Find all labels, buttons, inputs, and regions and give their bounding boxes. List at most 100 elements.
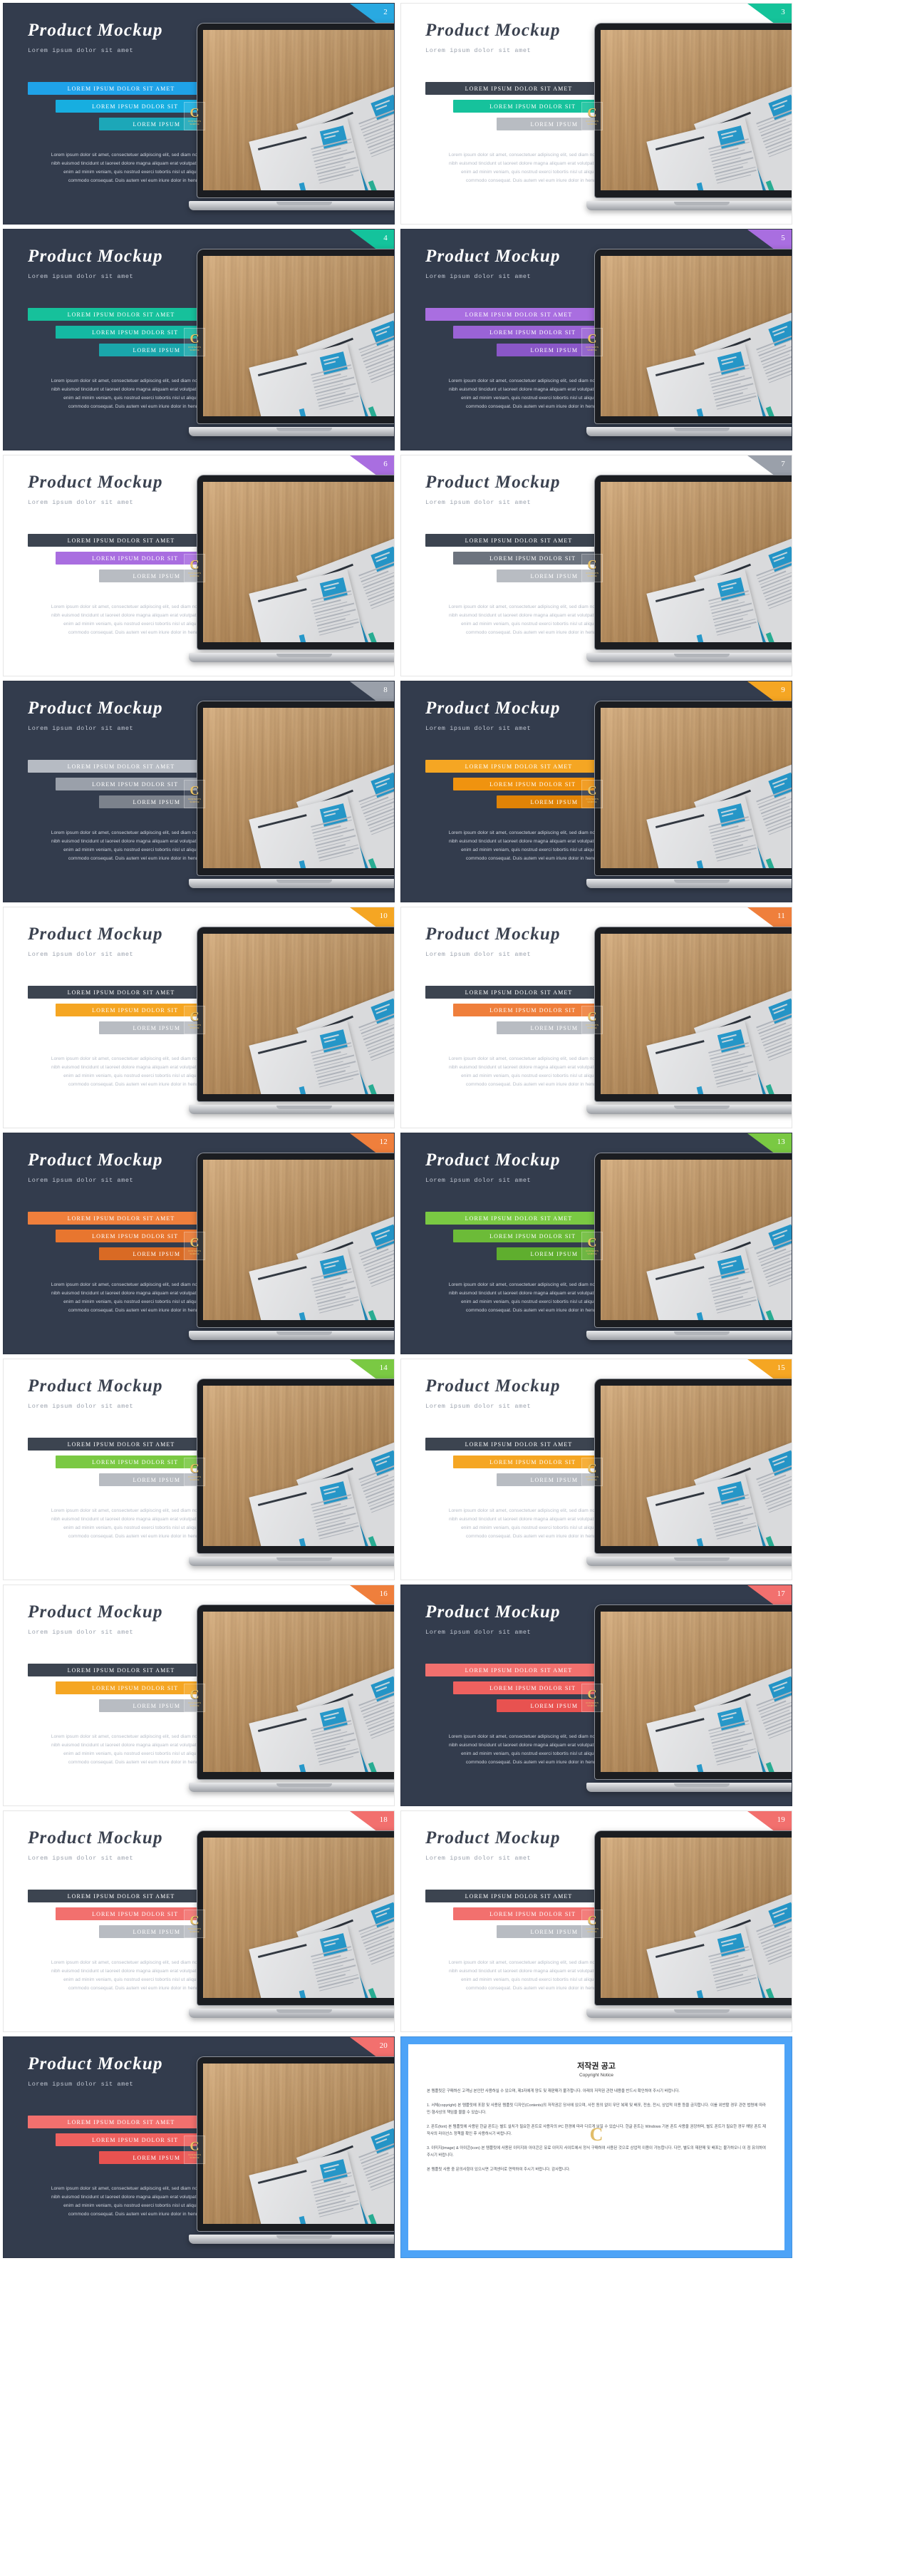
slide-thumbnail[interactable]: 19 Product Mockup Lorem ipsum dolor sit am… <box>400 1810 792 2032</box>
paper-bar-chart <box>268 1309 320 1320</box>
cta-bar-1[interactable]: LOREM IPSUM DOLOR SIT AMET <box>425 760 612 773</box>
slide-text-column: Product Mockup Lorem ipsum dolor sit amet <box>28 1828 213 1862</box>
slide-thumbnail[interactable]: 11 Product Mockup Lorem ipsum dolor sit am… <box>400 907 792 1128</box>
laptop-screen-wood-desk <box>203 30 394 190</box>
cta-bar-3-label: LOREM IPSUM <box>133 798 181 805</box>
cta-bar-1[interactable]: LOREM IPSUM DOLOR SIT AMET <box>425 986 612 999</box>
cta-bar-1[interactable]: LOREM IPSUM DOLOR SIT AMET <box>28 534 214 547</box>
slide-thumbnail[interactable]: 14 Product Mockup Lorem ipsum dolor sit am… <box>3 1359 395 1580</box>
watermark-badge: C CONTENTS SAMPLE <box>581 328 603 356</box>
laptop-screen-wood-desk <box>203 708 394 868</box>
laptop-mockup <box>586 1379 792 1573</box>
slide-thumbnail[interactable]: 5 Product Mockup Lorem ipsum dolor sit ame… <box>400 229 792 450</box>
watermark-caption: CONTENTS SAMPLE <box>187 1927 202 1933</box>
paper-bar-chart <box>268 2212 320 2224</box>
cta-bar-3-label: LOREM IPSUM <box>530 1250 579 1257</box>
slide-body-text: Lorem ipsum dolor sit amet, consectetuer… <box>51 1508 213 1540</box>
slide-title: Product Mockup <box>28 1828 163 1848</box>
cta-bar-1[interactable]: LOREM IPSUM DOLOR SIT AMET <box>28 2116 214 2128</box>
slide-thumbnail[interactable]: 7 Product Mockup Lorem ipsum dolor sit ame… <box>400 455 792 676</box>
slide-thumbnail[interactable]: 16 Product Mockup Lorem ipsum dolor sit am… <box>3 1585 395 1806</box>
laptop-mockup <box>189 2057 394 2251</box>
watermark-caption: CONTENTS SAMPLE <box>187 1250 202 1255</box>
cta-bar-1[interactable]: LOREM IPSUM DOLOR SIT AMET <box>425 82 612 95</box>
paper-text-lines <box>358 334 394 385</box>
cta-bar-1[interactable]: LOREM IPSUM DOLOR SIT AMET <box>28 308 214 321</box>
slide-thumbnail[interactable]: 10 Product Mockup Lorem ipsum dolor sit am… <box>3 907 395 1128</box>
slide-thumbnail[interactable]: 12 Product Mockup Lorem ipsum dolor sit am… <box>3 1133 395 1354</box>
paper-header-rule <box>703 1467 751 1488</box>
slide-title: Product Mockup <box>28 1602 163 1622</box>
slide-body-text: Lorem ipsum dolor sit amet, consectetuer… <box>51 1959 213 1992</box>
cta-bar-1[interactable]: LOREM IPSUM DOLOR SIT AMET <box>28 82 214 95</box>
laptop-mockup <box>189 1153 394 1347</box>
cta-bar-1[interactable]: LOREM IPSUM DOLOR SIT AMET <box>28 1664 214 1676</box>
paper-header-rule <box>257 1718 307 1732</box>
laptop-base <box>586 1783 792 1792</box>
cta-bar-1[interactable]: LOREM IPSUM DOLOR SIT AMET <box>28 986 214 999</box>
slide-thumbnail[interactable]: 17 Product Mockup Lorem ipsum dolor sit am… <box>400 1585 792 1806</box>
slide-thumbnail[interactable]: 13 Product Mockup Lorem ipsum dolor sit am… <box>400 1133 792 1354</box>
slide-body-text: Lorem ipsum dolor sit amet, consectetuer… <box>51 830 213 862</box>
paper-header-rule <box>306 1241 353 1262</box>
slide-number: 3 <box>781 8 785 16</box>
slide-thumbnail[interactable]: 4 Product Mockup Lorem ipsum dolor sit ame… <box>3 229 395 450</box>
document-page <box>249 343 378 416</box>
laptop-lid <box>595 1153 792 1327</box>
watermark-letter-icon: C <box>190 1913 200 1928</box>
paper-text-lines <box>358 1690 394 1741</box>
slide-thumbnail[interactable]: 20 Product Mockup Lorem ipsum dolor sit am… <box>3 2036 395 2258</box>
cta-bar-3-label: LOREM IPSUM <box>133 346 181 354</box>
deck-preview-page: 2 Product Mockup Lorem ipsum dolor sit ame… <box>0 0 912 2576</box>
slide-subtitle: Lorem ipsum dolor sit amet <box>425 1176 532 1184</box>
slide-thumbnail[interactable]: 3 Product Mockup Lorem ipsum dolor sit ame… <box>400 3 792 225</box>
laptop-base <box>189 1783 394 1792</box>
paper-text-lines <box>358 560 394 611</box>
cta-bar-1[interactable]: LOREM IPSUM DOLOR SIT AMET <box>28 760 214 773</box>
paper-accent-block <box>768 1676 792 1703</box>
paper-footer-lines <box>735 410 792 416</box>
cta-bar-1[interactable]: LOREM IPSUM DOLOR SIT AMET <box>425 1890 612 1902</box>
laptop-base <box>586 2009 792 2018</box>
slide-thumbnail[interactable]: 15 Product Mockup Lorem ipsum dolor sit am… <box>400 1359 792 1580</box>
slide-title: Product Mockup <box>28 247 163 266</box>
cta-bar-1-label: LOREM IPSUM DOLOR SIT AMET <box>465 763 573 770</box>
cta-bar-3-label: LOREM IPSUM <box>133 572 181 579</box>
document-page <box>296 1441 394 1546</box>
cta-bar-1[interactable]: LOREM IPSUM DOLOR SIT AMET <box>425 1438 612 1451</box>
slide-subtitle: Lorem ipsum dolor sit amet <box>425 724 532 732</box>
slide-thumbnail[interactable]: 6 Product Mockup Lorem ipsum dolor sit ame… <box>3 455 395 676</box>
slide-number: 13 <box>777 1138 785 1146</box>
cta-bar-3-label: LOREM IPSUM <box>133 1476 181 1483</box>
cta-bar-1[interactable]: LOREM IPSUM DOLOR SIT AMET <box>425 1664 612 1676</box>
cta-bar-1[interactable]: LOREM IPSUM DOLOR SIT AMET <box>425 1212 612 1225</box>
paper-accent-block <box>370 1676 394 1703</box>
slide-subtitle: Lorem ipsum dolor sit amet <box>425 1402 532 1410</box>
laptop-screen-wood-desk <box>601 1386 792 1546</box>
document-page <box>693 311 792 416</box>
copyright-slide[interactable]: 저작권 공고 Copyright Notice 본 템플릿은 구매하신 고객님 본인… <box>400 2036 792 2258</box>
paper-bar-chart <box>324 1064 379 1094</box>
laptop-base <box>586 1331 792 1340</box>
paper-bar-chart <box>324 1968 379 1998</box>
laptop-lid <box>197 475 394 649</box>
slide-body-text: Lorem ipsum dolor sit amet, consectetuer… <box>51 378 213 410</box>
cta-bar-1[interactable]: LOREM IPSUM DOLOR SIT AMET <box>28 1212 214 1225</box>
cta-bar-1[interactable]: LOREM IPSUM DOLOR SIT AMET <box>28 1438 214 1451</box>
watermark-letter-icon: C <box>587 1687 597 1702</box>
slide-thumbnail[interactable]: 8 Product Mockup Lorem ipsum dolor sit ame… <box>3 681 395 902</box>
cta-bar-1[interactable]: LOREM IPSUM DOLOR SIT AMET <box>425 534 612 547</box>
paper-accent-block <box>319 1481 348 1505</box>
paper-text-lines <box>358 108 394 159</box>
slide-thumbnail[interactable]: 18 Product Mockup Lorem ipsum dolor sit am… <box>3 1810 395 2032</box>
cta-bar-1[interactable]: LOREM IPSUM DOLOR SIT AMET <box>425 308 612 321</box>
paper-text-lines <box>756 1238 792 1289</box>
laptop-mockup <box>189 249 394 443</box>
cta-bar-1[interactable]: LOREM IPSUM DOLOR SIT AMET <box>28 1890 214 1902</box>
slide-body-text: Lorem ipsum dolor sit amet, consectetuer… <box>448 1733 611 1766</box>
laptop-base <box>586 1105 792 1114</box>
slide-thumbnail[interactable]: 2 Product Mockup Lorem ipsum dolor sit ame… <box>3 3 395 225</box>
paper-bar-chart <box>722 1742 777 1772</box>
slide-thumbnail[interactable]: 9 Product Mockup Lorem ipsum dolor sit ame… <box>400 681 792 902</box>
slide-title: Product Mockup <box>425 1150 561 1170</box>
